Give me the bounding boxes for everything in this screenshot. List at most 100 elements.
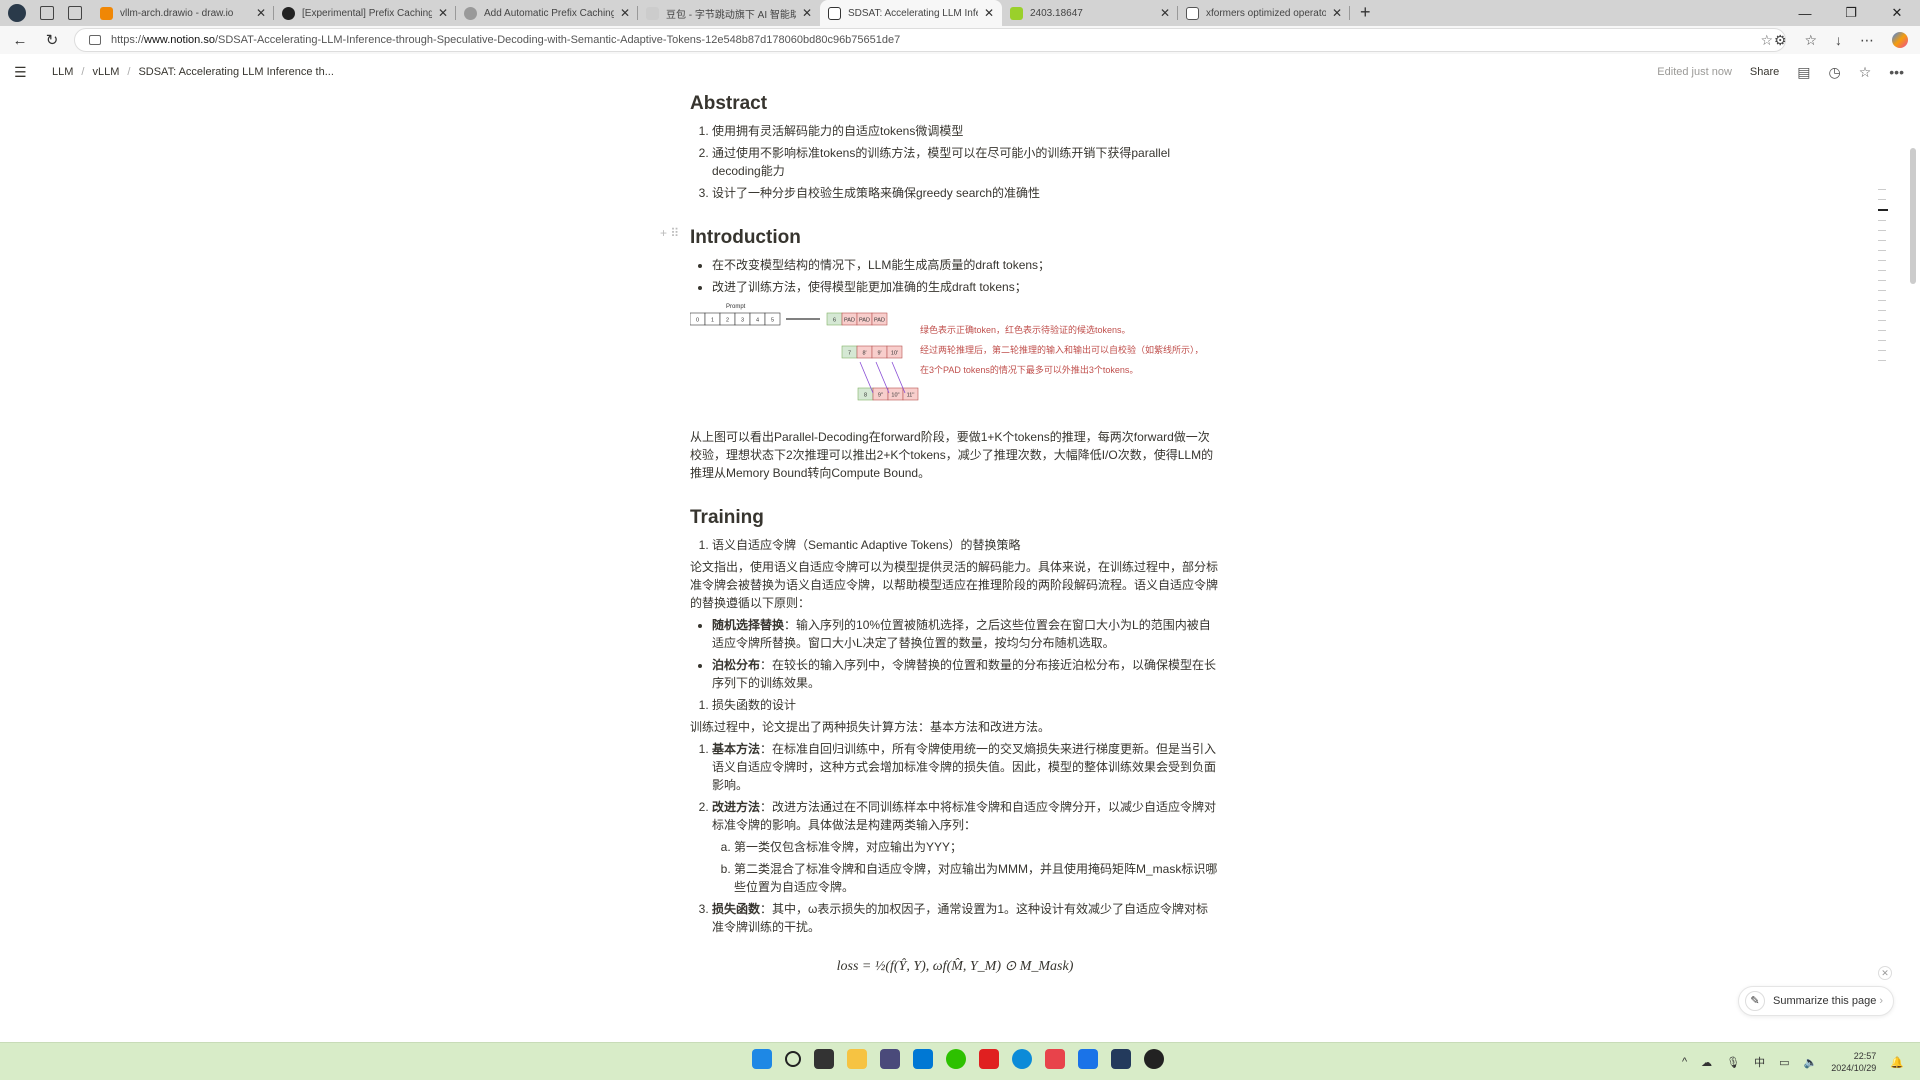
netease-music-icon[interactable] [1045, 1049, 1065, 1069]
favorite-icon[interactable]: ☆ [1859, 64, 1872, 81]
list-item: 改进方法：改进方法通过在不同训练样本中将标准令牌和自适应令牌分开，以减少自适应令… [712, 798, 1220, 896]
terminal-cat-icon[interactable] [1111, 1049, 1131, 1069]
close-window-button[interactable]: ✕ [1874, 5, 1920, 21]
browser-tab[interactable]: [Experimental] Prefix Caching Sup✕ [274, 0, 456, 26]
menu-icon[interactable]: ☰ [14, 64, 34, 81]
address-bar-row: ← ↻ https://www.notion.so/SDSAT-Accelera… [0, 26, 1920, 54]
browser-tab-bar: vllm-arch.drawio - draw.io ✕ [Experimenta… [0, 0, 1920, 26]
minimize-button[interactable]: — [1782, 6, 1828, 21]
comment-icon[interactable]: ▤ [1797, 64, 1810, 81]
onedrive-icon[interactable]: ☁ [1701, 1056, 1712, 1069]
task-view-icon[interactable] [814, 1049, 834, 1069]
cat-app-icon[interactable] [880, 1049, 900, 1069]
github-icon [282, 6, 295, 20]
breadcrumb-item[interactable]: LLM [52, 66, 73, 78]
feishu-icon[interactable] [1078, 1049, 1098, 1069]
refresh-button[interactable]: ↻ [40, 31, 64, 49]
extensions-icon[interactable]: ⚙ [1774, 32, 1787, 49]
list-item: 设计了一种分步自校验生成策略来确保greedy search的准确性 [712, 184, 1220, 202]
network-icon[interactable]: ▭ [1779, 1056, 1789, 1069]
ai-icon: ✎ [1745, 991, 1765, 1011]
close-tab-icon[interactable]: ✕ [1160, 6, 1170, 20]
block-drag-handle[interactable]: + ⠿ [660, 224, 679, 242]
token-label: 10' [891, 351, 898, 357]
browser-tab[interactable]: Add Automatic Prefix Caching by✕ [456, 0, 638, 26]
list-item: 通过使用不影响标准tokens的训练方法，模型可以在尽可能小的训练开销下获得pa… [712, 144, 1220, 180]
token-label: 7 [848, 351, 851, 357]
youdao-icon[interactable] [979, 1049, 999, 1069]
token-label: PAD [874, 318, 885, 324]
vertical-tabs-icon[interactable] [68, 6, 82, 20]
scrollbar[interactable] [1910, 148, 1916, 284]
list-item: 语义自适应令牌（Semantic Adaptive Tokens）的替换策略 [712, 536, 1220, 554]
close-tab-icon[interactable]: ✕ [256, 6, 266, 20]
page-content: Abstract 使用拥有灵活解码能力的自适应tokens微调模型 通过使用不影… [660, 88, 1220, 998]
edge-icon[interactable] [1012, 1049, 1032, 1069]
lock-icon[interactable] [89, 35, 101, 45]
summarize-button[interactable]: ✎ Summarize this page › [1738, 986, 1894, 1016]
wechat-icon[interactable] [946, 1049, 966, 1069]
list-item: 随机选择替换：输入序列的10%位置被随机选择，之后这些位置会在窗口大小为L的范围… [712, 616, 1220, 652]
close-tab-icon[interactable]: ✕ [438, 6, 448, 20]
back-button[interactable]: ← [8, 32, 32, 49]
close-tab-icon[interactable]: ✕ [1332, 6, 1342, 20]
breadcrumb-item[interactable]: SDSAT: Accelerating LLM Inference th... [138, 66, 333, 78]
breadcrumb-item[interactable]: vLLM [92, 66, 119, 78]
notion-icon [828, 6, 841, 20]
heading-introduction: Introduction [690, 227, 801, 248]
prompt-label: Prompt [726, 304, 746, 310]
page-icon [1186, 6, 1199, 20]
token-label: PAD [844, 318, 855, 324]
app-icon[interactable] [1144, 1049, 1164, 1069]
show-hidden-icons[interactable]: ^ [1682, 1056, 1687, 1068]
new-tab-button[interactable]: + [1360, 0, 1371, 26]
notion-topbar: ☰ LLM / vLLM / SDSAT: Accelerating LLM Inf… [0, 56, 1920, 88]
doubao-icon [646, 6, 659, 20]
more-icon[interactable]: ⋯ [1860, 32, 1874, 49]
chevron-right-icon: › [1879, 995, 1883, 1007]
ime-indicator[interactable]: 中 [1754, 1054, 1765, 1070]
workspaces-icon[interactable] [40, 6, 54, 20]
volume-icon[interactable]: 🔈 [1804, 1056, 1818, 1069]
close-tab-icon[interactable]: ✕ [620, 6, 630, 20]
search-icon[interactable] [785, 1051, 801, 1067]
profile-avatar[interactable] [8, 4, 26, 22]
share-button[interactable]: Share [1750, 66, 1779, 78]
clock[interactable]: 22:57 2024/10/29 [1831, 1050, 1876, 1074]
edited-status: Edited just now [1657, 66, 1732, 78]
browser-tab[interactable]: vllm-arch.drawio - draw.io ✕ [92, 0, 274, 26]
download-icon[interactable]: ↓ [1835, 32, 1842, 48]
token-label: 3 [741, 318, 744, 324]
token-label: PAD [859, 318, 870, 324]
vscode-icon[interactable] [913, 1049, 933, 1069]
breadcrumb: LLM / vLLM / SDSAT: Accelerating LLM Infer… [52, 66, 334, 78]
list-item: 泊松分布：在较长的输入序列中，令牌替换的位置和数量的分布接近泊松分布，以确保模型… [712, 656, 1220, 692]
history-icon[interactable]: ◷ [1829, 64, 1841, 81]
training-paragraph: 训练过程中，论文提出了两种损失计算方法：基本方法和改进方法。 [690, 720, 1051, 734]
browser-tab-active[interactable]: SDSAT: Accelerating LLM Inferenc✕ [820, 0, 1002, 26]
list-item: 在不改变模型结构的情况下，LLM能生成高质量的draft tokens； [712, 256, 1220, 274]
more-options-icon[interactable]: ••• [1889, 64, 1904, 80]
sub-list-item: 第一类仅包含标准令牌，对应输出为YYY； [734, 838, 1220, 856]
browser-tab[interactable]: xformers optimized operators | xl✕ [1178, 0, 1350, 26]
close-tab-icon[interactable]: ✕ [984, 6, 994, 20]
favorite-star-icon[interactable]: ☆ [1760, 32, 1773, 49]
close-summarize-button[interactable]: ✕ [1878, 966, 1892, 980]
close-tab-icon[interactable]: ✕ [802, 6, 812, 20]
restore-button[interactable]: ❐ [1828, 5, 1874, 21]
microphone-icon[interactable]: 🎙 [1726, 1056, 1740, 1069]
file-explorer-icon[interactable] [847, 1049, 867, 1069]
parallel-decoding-figure: Prompt 0 1 2 3 4 5 6 PAD PAD PAD 7 8' 9' 10' 8 9'' 10''… [690, 300, 1220, 420]
browser-tab[interactable]: 2403.18647 ✕ [1002, 0, 1178, 26]
token-label: 8 [864, 393, 867, 399]
favorites-icon[interactable]: ☆ [1804, 32, 1817, 49]
copilot-icon[interactable] [1892, 32, 1908, 48]
list-item: 损失函数的设计 [712, 696, 1220, 714]
browser-tab[interactable]: 豆包 - 字节跳动旗下 AI 智能助手 ✕ [638, 0, 820, 26]
notifications-icon[interactable]: 🔔 [1890, 1056, 1904, 1069]
drawio-icon [100, 6, 113, 20]
start-icon[interactable] [752, 1049, 772, 1069]
table-of-contents-nav[interactable] [1878, 180, 1890, 370]
heading-abstract: Abstract [690, 93, 768, 114]
url-input[interactable]: https://www.notion.so/SDSAT-Accelerating… [74, 28, 1786, 52]
